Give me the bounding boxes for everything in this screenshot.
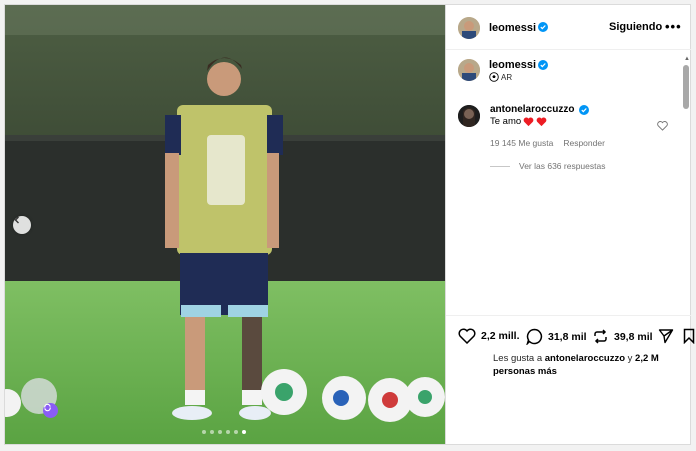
location-text: AR [501, 72, 513, 82]
verified-icon [538, 22, 548, 32]
post-actions: 2,2 mill. 31,8 mil 39,8 mil Les gusta a … [446, 315, 695, 436]
save-button[interactable] [683, 328, 695, 344]
red-heart-icon [523, 117, 534, 126]
like-comment-icon[interactable] [657, 121, 668, 131]
comment-avatar[interactable] [458, 105, 480, 127]
comment-text: Te amo [490, 116, 522, 127]
share-button[interactable] [658, 328, 674, 344]
comment-count: 31,8 mil [548, 330, 587, 343]
verified-icon [579, 105, 589, 115]
liked-by-others[interactable]: 2,2 M [635, 353, 659, 364]
view-replies-button[interactable]: Ver las 636 respuestas [490, 161, 605, 171]
caption-location: AR [489, 72, 512, 82]
carousel-dot [202, 430, 206, 434]
verified-icon [538, 60, 548, 70]
carousel-dot-active [242, 430, 246, 434]
send-icon [658, 329, 674, 344]
more-options-button[interactable]: ••• [665, 19, 682, 34]
carousel-dot [218, 430, 222, 434]
heart-icon [458, 328, 476, 344]
carousel-dot [234, 430, 238, 434]
reply-button[interactable]: Responder [563, 138, 605, 148]
comments-scrollbar[interactable] [683, 65, 689, 109]
like-count: 2,2 mill. [481, 330, 520, 342]
liked-by-prefix: Les gusta a [493, 353, 543, 364]
scroll-up-arrow[interactable]: ▲ [684, 56, 690, 62]
author-username[interactable]: leomessi [489, 22, 536, 34]
remix-icon [44, 403, 51, 412]
red-heart-icon [536, 117, 547, 126]
liked-by-summary: Les gusta a antonelaroccuzzo y 2,2 M per… [493, 352, 683, 378]
caption-username[interactable]: leomessi [489, 59, 536, 71]
remix-badge[interactable] [43, 403, 58, 418]
carousel-dot [226, 430, 230, 434]
liked-by-conj: y [627, 353, 633, 364]
carousel-indicator [202, 430, 246, 434]
comment-button[interactable]: 31,8 mil [526, 328, 587, 345]
post-photo [5, 5, 445, 444]
carousel-dot [210, 430, 214, 434]
author-avatar[interactable] [458, 17, 480, 39]
chevron-left-icon [14, 216, 19, 224]
comment-body: Te amo [490, 116, 547, 127]
comment-likes[interactable]: 19 145 Me gusta [490, 138, 553, 148]
liked-by-user[interactable]: antonelaroccuzzo [545, 353, 625, 364]
caption-avatar[interactable] [458, 59, 480, 81]
repost-icon [594, 329, 607, 344]
bookmark-icon [683, 328, 695, 344]
repost-count: 39,8 mil [614, 330, 653, 343]
liked-by-suffix[interactable]: personas más [493, 366, 557, 377]
carousel-prev-button[interactable] [13, 216, 31, 234]
comment-username[interactable]: antonelaroccuzzo [490, 104, 574, 115]
following-button[interactable]: Siguiendo [609, 21, 662, 33]
post-side-panel: leomessi Siguiendo ••• leomessi AR ▲ ant… [445, 5, 695, 444]
replies-divider [490, 165, 510, 167]
comment-icon [526, 328, 543, 345]
post-modal: leomessi Siguiendo ••• leomessi AR ▲ ant… [4, 4, 695, 445]
post-media[interactable] [5, 5, 445, 444]
view-replies-label: Ver las 636 respuestas [519, 161, 606, 171]
post-header: leomessi Siguiendo ••• [446, 5, 691, 50]
repost-button[interactable]: 39,8 mil [592, 328, 653, 345]
comment-meta: 19 145 Me gusta Responder [490, 138, 605, 148]
soccer-ball-icon [489, 72, 499, 82]
like-button[interactable]: 2,2 mill. [458, 328, 520, 344]
